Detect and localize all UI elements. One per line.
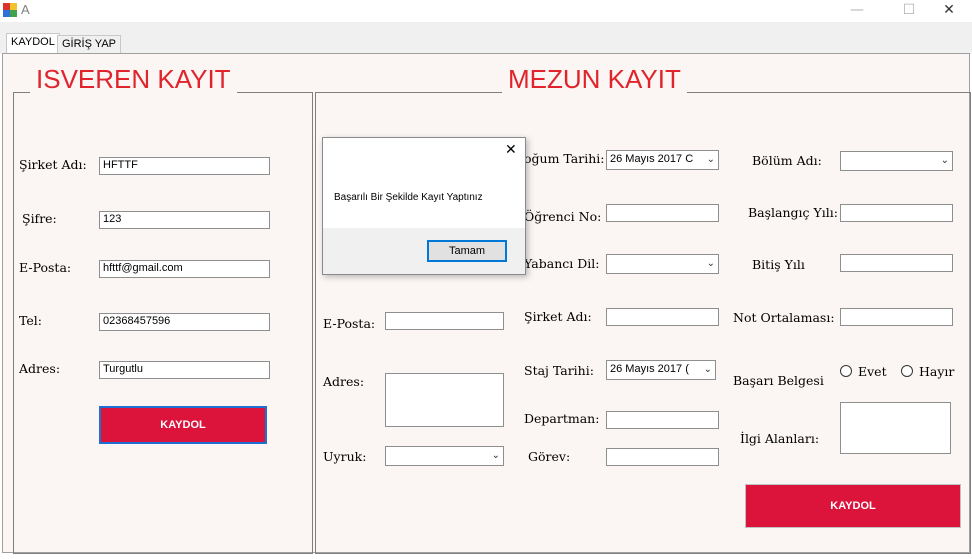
grad-address-textarea[interactable] bbox=[385, 373, 504, 427]
interests-label: İlgi Alanları: bbox=[740, 431, 820, 446]
start-year-input[interactable] bbox=[840, 204, 953, 222]
nationality-select[interactable]: ⌄ bbox=[385, 446, 504, 466]
phone-input[interactable]: 02368457596 bbox=[99, 313, 270, 331]
grad-address-label: Adres: bbox=[323, 374, 365, 389]
interests-textarea[interactable] bbox=[840, 402, 951, 454]
address-input[interactable]: Turgutlu bbox=[99, 361, 270, 379]
dept-name-select[interactable]: ⌄ bbox=[840, 151, 953, 171]
department-input[interactable] bbox=[606, 411, 719, 429]
duty-label: Görev: bbox=[528, 449, 571, 464]
employer-submit-button[interactable]: KAYDOL bbox=[99, 406, 267, 444]
gpa-input[interactable] bbox=[840, 308, 953, 326]
email-input[interactable]: hfttf@gmail.com bbox=[99, 260, 270, 278]
start-year-label: Başlangıç Yılı: bbox=[748, 205, 838, 220]
title-bar: A — ☐ ✕ bbox=[0, 0, 972, 22]
chevron-down-icon: ⌄ bbox=[706, 258, 715, 269]
grad-email-label: E-Posta: bbox=[323, 316, 376, 331]
certificate-label: Başarı Belgesi bbox=[733, 373, 824, 388]
dialog-footer: Tamam bbox=[323, 228, 525, 274]
company-input[interactable]: HFTTF bbox=[99, 157, 270, 175]
student-no-label: Öğrenci No: bbox=[524, 209, 602, 224]
graduate-title: MEZUN KAYIT bbox=[502, 64, 687, 95]
duty-input[interactable] bbox=[606, 448, 719, 466]
birth-date-value: 26 Mayıs 2017 C bbox=[610, 153, 694, 165]
dialog-ok-button[interactable]: Tamam bbox=[427, 240, 507, 262]
internship-date-value: 26 Mayıs 2017 ( bbox=[610, 363, 689, 375]
internship-date-picker[interactable]: 26 Mayıs 2017 ( ⌄ bbox=[606, 360, 716, 380]
dialog-close-button[interactable]: ✕ bbox=[505, 142, 517, 158]
dept-name-label: Bölüm Adı: bbox=[752, 153, 822, 168]
chevron-down-icon: ⌄ bbox=[703, 364, 712, 375]
close-button[interactable]: ✕ bbox=[926, 0, 972, 22]
nationality-label: Uyruk: bbox=[323, 449, 367, 464]
grad-company-input[interactable] bbox=[606, 308, 719, 326]
certificate-no-radio[interactable] bbox=[901, 365, 913, 377]
tab-kaydol[interactable]: KAYDOL bbox=[6, 33, 60, 54]
employer-title: ISVEREN KAYIT bbox=[30, 64, 237, 95]
tab-page-kaydol: ISVEREN KAYIT Şirket Adı: HFTTF Şifre: 1… bbox=[2, 53, 971, 554]
student-no-input[interactable] bbox=[606, 204, 719, 222]
app-icon bbox=[3, 3, 17, 17]
password-label: Şifre: bbox=[22, 211, 57, 226]
phone-label: Tel: bbox=[19, 313, 42, 328]
minimize-button[interactable]: — bbox=[834, 0, 880, 22]
certificate-yes-radio[interactable] bbox=[840, 365, 852, 377]
department-label: Departman: bbox=[524, 411, 600, 426]
internship-date-label: Staj Tarihi: bbox=[524, 363, 594, 378]
chevron-down-icon: ⌄ bbox=[491, 450, 500, 461]
graduate-submit-button[interactable]: KAYDOL bbox=[745, 484, 961, 528]
company-label: Şirket Adı: bbox=[19, 157, 87, 172]
grad-company-label: Şirket Adı: bbox=[524, 309, 592, 324]
email-label: E-Posta: bbox=[19, 260, 72, 275]
message-dialog: ✕ Başarılı Bir Şekilde Kayıt Yaptınız Ta… bbox=[322, 137, 526, 275]
end-year-input[interactable] bbox=[840, 254, 953, 272]
gpa-label: Not Ortalaması: bbox=[733, 310, 835, 325]
chevron-down-icon: ⌄ bbox=[706, 154, 715, 165]
birth-date-label: oğum Tarihi: bbox=[524, 151, 605, 166]
address-label: Adres: bbox=[19, 361, 61, 376]
dialog-message: Başarılı Bir Şekilde Kayıt Yaptınız bbox=[334, 192, 483, 203]
grad-email-input[interactable] bbox=[385, 312, 504, 330]
end-year-label: Bitiş Yılı bbox=[752, 257, 805, 272]
certificate-yes-label[interactable]: Evet bbox=[858, 364, 887, 379]
foreign-lang-select[interactable]: ⌄ bbox=[606, 254, 719, 274]
tab-strip: KAYDOL GİRİŞ YAP bbox=[0, 22, 972, 54]
certificate-no-label[interactable]: Hayır bbox=[919, 364, 954, 379]
password-input[interactable]: 123 bbox=[99, 211, 270, 229]
chevron-down-icon: ⌄ bbox=[940, 155, 949, 166]
birth-date-picker[interactable]: 26 Mayıs 2017 C ⌄ bbox=[606, 150, 719, 170]
tab-giris-yap[interactable]: GİRİŞ YAP bbox=[57, 35, 122, 54]
window-title: A bbox=[21, 2, 30, 17]
foreign-lang-label: Yabancı Dil: bbox=[524, 256, 600, 271]
